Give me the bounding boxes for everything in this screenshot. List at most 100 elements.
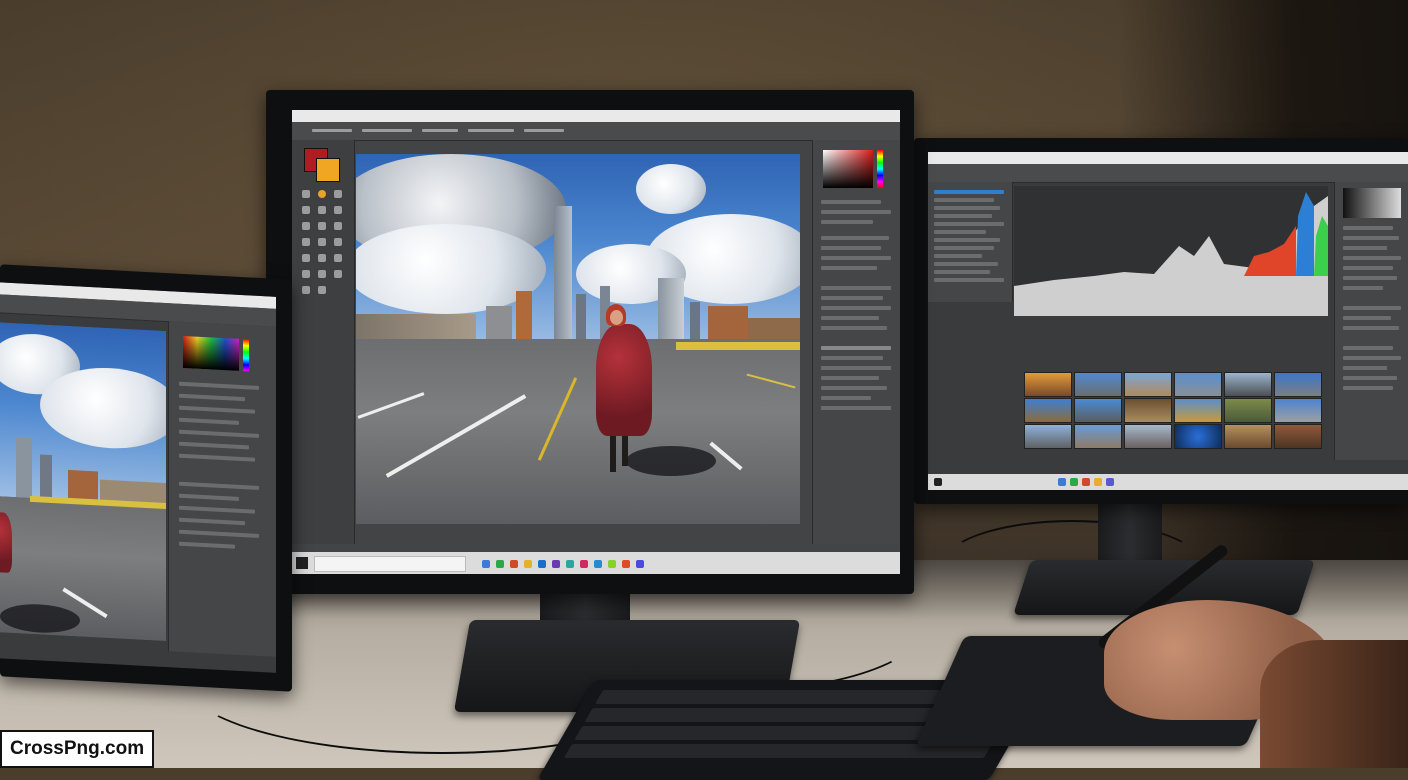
building — [16, 436, 32, 498]
left-monitor — [0, 264, 292, 692]
skyscraper — [554, 206, 572, 347]
color-preview — [1343, 188, 1401, 218]
road-barrier — [676, 342, 800, 350]
taskbar-app-icon[interactable] — [1082, 478, 1090, 486]
thumbnail[interactable] — [1074, 424, 1122, 449]
right-screen — [928, 152, 1408, 490]
thumbnail[interactable] — [1174, 372, 1222, 397]
thumbnail[interactable] — [1174, 424, 1222, 449]
thumbnail[interactable] — [1074, 372, 1122, 397]
thumbnail-grid — [1024, 372, 1354, 452]
tool-icon[interactable] — [334, 238, 342, 246]
background-color-swatch[interactable] — [316, 158, 340, 182]
taskbar — [928, 474, 1408, 490]
arm — [1260, 640, 1408, 768]
tool-icon[interactable] — [334, 206, 342, 214]
windows-start-icon[interactable] — [934, 478, 942, 486]
thumbnail[interactable] — [1124, 372, 1172, 397]
person-coat — [596, 324, 652, 436]
taskbar — [292, 552, 900, 574]
tool-icon[interactable] — [302, 206, 310, 214]
taskbar-app-icon[interactable] — [594, 560, 602, 568]
menu-bar — [928, 152, 1408, 164]
tool-icon[interactable] — [318, 254, 326, 262]
center-screen — [292, 110, 900, 574]
taskbar-app-icon[interactable] — [622, 560, 630, 568]
thumbnail[interactable] — [1124, 398, 1172, 423]
tool-icon[interactable] — [334, 222, 342, 230]
canvas-photo[interactable] — [356, 154, 800, 524]
tool-icon[interactable] — [302, 238, 310, 246]
tool-icon[interactable] — [318, 206, 326, 214]
thumbnail[interactable] — [1274, 372, 1322, 397]
tool-icon[interactable] — [334, 254, 342, 262]
thumbnail[interactable] — [1224, 398, 1272, 423]
thumbnail[interactable] — [1124, 424, 1172, 449]
left-screen — [0, 282, 276, 673]
thumbnail[interactable] — [1224, 424, 1272, 449]
tool-icon[interactable] — [334, 270, 342, 278]
taskbar-app-icon[interactable] — [608, 560, 616, 568]
windows-start-icon[interactable] — [296, 557, 308, 569]
thumbnail[interactable] — [1224, 372, 1272, 397]
options-bar — [292, 122, 900, 141]
taskbar-app-icon[interactable] — [482, 560, 490, 568]
brush-icon[interactable] — [302, 190, 310, 198]
taskbar-app-icon[interactable] — [636, 560, 644, 568]
options-bar — [928, 164, 1408, 183]
taskbar-app-icon[interactable] — [1058, 478, 1066, 486]
right-monitor — [914, 138, 1408, 504]
tool-icon[interactable] — [302, 254, 310, 262]
tool-icon[interactable] — [318, 238, 326, 246]
color-picker-field[interactable] — [823, 150, 873, 188]
taskbar-app-icon[interactable] — [552, 560, 560, 568]
thumbnail[interactable] — [1274, 398, 1322, 423]
tool-icon[interactable] — [318, 222, 326, 230]
thumbnail[interactable] — [1024, 424, 1072, 449]
road — [356, 339, 800, 524]
thumbnail[interactable] — [1024, 398, 1072, 423]
tool-icon[interactable] — [302, 270, 310, 278]
building — [40, 454, 52, 499]
color-picker-field[interactable] — [183, 335, 239, 371]
layers-icon[interactable] — [821, 346, 891, 350]
color-panel — [812, 140, 900, 544]
tool-icon[interactable] — [318, 286, 326, 294]
taskbar-app-icon[interactable] — [566, 560, 574, 568]
taskbar-app-icon[interactable] — [496, 560, 504, 568]
center-monitor — [266, 90, 914, 594]
building — [68, 469, 98, 502]
histogram — [1014, 186, 1328, 316]
taskbar-app-icon[interactable] — [510, 560, 518, 568]
taskbar-app-icon[interactable] — [524, 560, 532, 568]
person-shadow — [626, 446, 716, 476]
person-leg — [610, 430, 616, 472]
thumbnail[interactable] — [1024, 372, 1072, 397]
person-face — [610, 310, 623, 325]
color-panel — [168, 321, 276, 657]
taskbar-app-icon[interactable] — [1070, 478, 1078, 486]
hue-slider[interactable] — [243, 339, 249, 372]
thumbnail[interactable] — [1074, 398, 1122, 423]
canvas-photo[interactable] — [0, 322, 166, 642]
thumbnail[interactable] — [1174, 398, 1222, 423]
menu-bar — [292, 110, 900, 122]
tool-icon[interactable] — [302, 286, 310, 294]
tool-icon[interactable] — [334, 190, 342, 198]
building — [658, 278, 684, 347]
hue-slider[interactable] — [877, 150, 883, 188]
histogram-graph — [1014, 186, 1328, 316]
watermark: CrossPng.com — [0, 730, 155, 768]
tool-icon[interactable] — [318, 270, 326, 278]
thumbnail[interactable] — [1274, 424, 1322, 449]
cloud — [636, 164, 706, 214]
taskbar-app-icon[interactable] — [1094, 478, 1102, 486]
search-icon[interactable] — [314, 556, 466, 572]
color-wheel-icon[interactable] — [318, 190, 326, 198]
tool-icon[interactable] — [302, 222, 310, 230]
taskbar-app-icon[interactable] — [1106, 478, 1114, 486]
taskbar-app-icon[interactable] — [538, 560, 546, 568]
file-list-panel — [928, 182, 1013, 302]
tools-panel — [292, 140, 355, 544]
taskbar-app-icon[interactable] — [580, 560, 588, 568]
